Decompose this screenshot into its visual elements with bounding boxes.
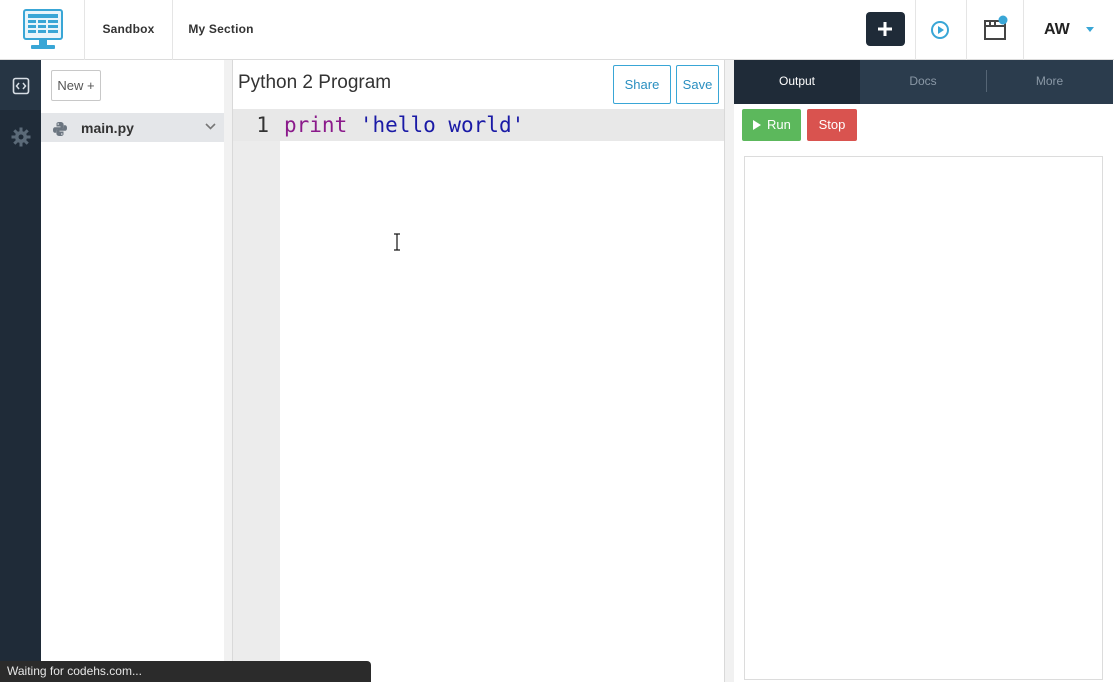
calendar-notification-icon[interactable] bbox=[983, 15, 1009, 41]
code-area[interactable]: 1 print 'hello world' bbox=[233, 109, 724, 682]
play-circle-icon[interactable] bbox=[930, 20, 950, 40]
file-panel: New + main.py bbox=[41, 60, 225, 682]
file-item-main-py[interactable]: main.py bbox=[41, 113, 224, 142]
gear-icon[interactable] bbox=[11, 127, 31, 147]
panel-resize-handle[interactable] bbox=[224, 60, 233, 682]
browser-status-bar: Waiting for codehs.com... bbox=[0, 661, 371, 682]
run-label: Run bbox=[767, 117, 791, 132]
save-button[interactable]: Save bbox=[676, 65, 719, 104]
python-icon bbox=[53, 122, 67, 136]
output-console[interactable] bbox=[744, 156, 1103, 680]
chevron-down-icon[interactable] bbox=[205, 123, 216, 130]
output-panel: Output Docs More Run Stop bbox=[734, 60, 1114, 682]
top-nav: Sandbox My Section AW bbox=[0, 0, 1114, 60]
code-file-icon[interactable] bbox=[12, 77, 30, 95]
user-initials: AW bbox=[1044, 21, 1070, 38]
plus-icon bbox=[878, 22, 892, 36]
nav-divider bbox=[915, 0, 916, 60]
line-number-gutter bbox=[233, 109, 280, 682]
output-tabs: Output Docs More bbox=[734, 60, 1113, 104]
code-line[interactable]: print 'hello world' bbox=[284, 113, 524, 137]
caret-down-icon bbox=[1086, 27, 1094, 32]
nav-divider bbox=[966, 0, 967, 60]
play-icon bbox=[753, 120, 761, 130]
stop-button[interactable]: Stop bbox=[807, 109, 857, 141]
program-title: Python 2 Program bbox=[238, 72, 392, 93]
monitor-logo-icon bbox=[23, 9, 63, 49]
nav-sandbox-link[interactable]: Sandbox bbox=[85, 0, 173, 60]
user-menu[interactable]: AW bbox=[1024, 0, 1114, 60]
tab-output[interactable]: Output bbox=[734, 60, 860, 104]
share-button[interactable]: Share bbox=[613, 65, 671, 104]
text-cursor-icon bbox=[394, 233, 400, 251]
panel-resize-handle[interactable] bbox=[724, 60, 734, 682]
nav-my-section-link[interactable]: My Section bbox=[173, 0, 269, 60]
run-button[interactable]: Run bbox=[742, 109, 801, 141]
code-keyword: print bbox=[284, 113, 348, 137]
code-string: 'hello world' bbox=[359, 113, 525, 137]
new-file-button[interactable]: New + bbox=[51, 70, 101, 101]
file-name: main.py bbox=[81, 120, 134, 136]
line-number: 1 bbox=[256, 113, 269, 137]
create-button[interactable] bbox=[866, 12, 905, 46]
code-editor-panel: Python 2 Program Share Save 1 print 'hel… bbox=[233, 60, 724, 682]
left-rail bbox=[0, 60, 41, 682]
codehs-logo[interactable] bbox=[0, 0, 85, 60]
tab-more[interactable]: More bbox=[986, 60, 1113, 104]
tab-docs[interactable]: Docs bbox=[860, 60, 986, 104]
